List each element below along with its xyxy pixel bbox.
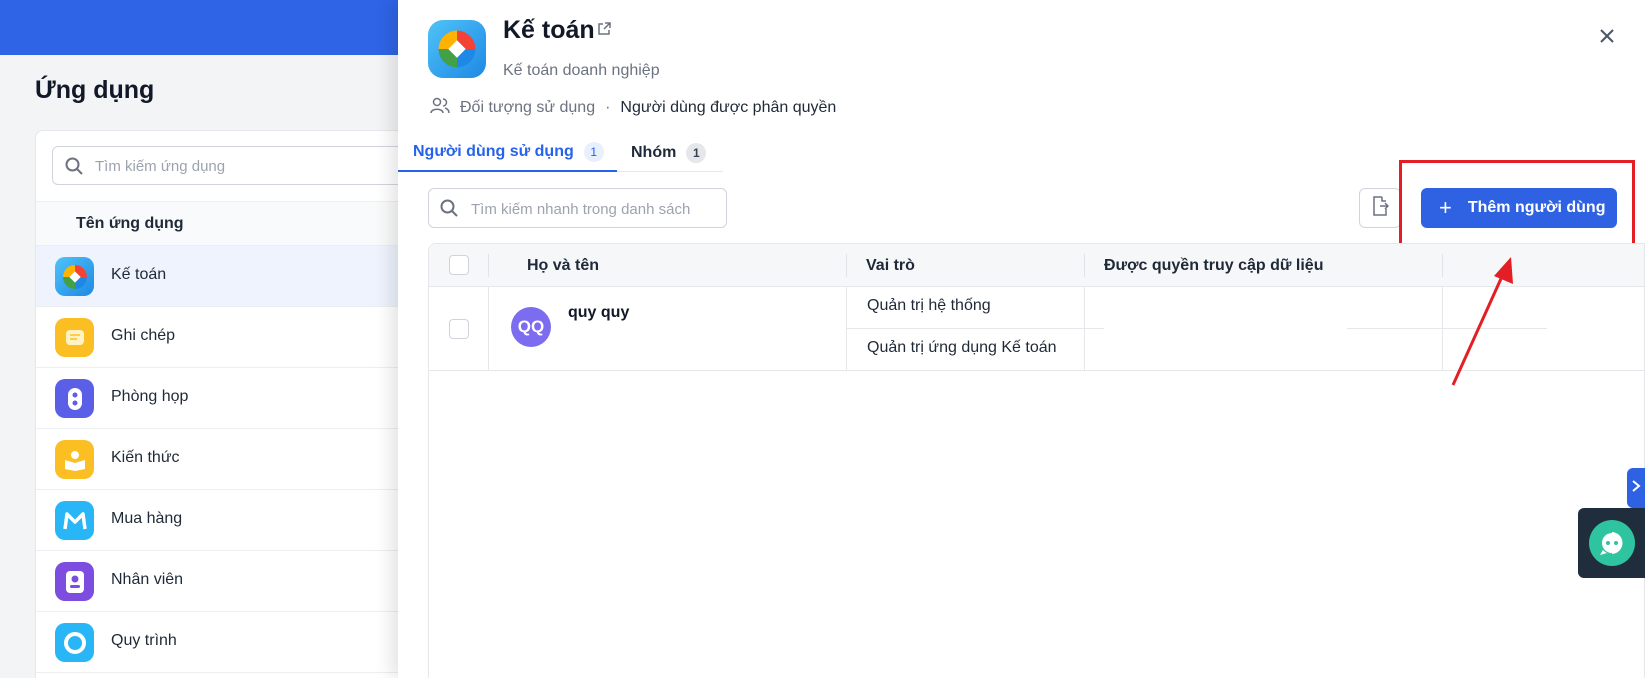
table-header: Họ và tên Vai trò Được quyền truy cập dữ… [429,244,1644,287]
users-table: Họ và tên Vai trò Được quyền truy cập dữ… [428,243,1645,678]
meeting-room-icon [55,379,94,418]
app-row-phong-hop[interactable]: Phòng họp [36,368,434,429]
tab-groups-label: Nhóm [631,144,677,161]
select-all-checkbox[interactable] [449,255,469,275]
purchase-icon [55,501,94,540]
audience-value: Người dùng được phân quyền [620,99,837,116]
notes-icon [55,318,94,357]
users-icon [430,97,450,120]
app-label: Kế toán [111,266,167,283]
app-label: Phòng họp [111,388,189,405]
tab-bar: Người dùng sử dụng 1 Nhóm 1 [398,134,723,172]
app-row-quy-trinh[interactable]: Quy trình [36,612,434,673]
column-divider [846,254,847,277]
app-label: Quy trình [111,632,177,649]
chevron-right-icon [1631,479,1641,498]
app-row-nhan-vien[interactable]: Nhân viên [36,551,434,612]
app-label: Kiến thức [111,449,180,466]
knowledge-icon [55,440,94,479]
close-icon[interactable] [1595,24,1619,48]
app-search-input[interactable]: Tìm kiếm ứng dụng [52,146,412,185]
role-divider [847,328,1104,329]
page-title: Ứng dụng [35,76,155,104]
search-icon [65,157,83,180]
app-row-ke-toan[interactable]: Kế toán [36,246,434,307]
role-item: Quản trị ứng dụng Kế toán [867,339,1057,356]
tab-groups-count: 1 [686,143,707,163]
search-icon [440,199,458,222]
avatar: QQ [511,307,551,347]
app-label: Mua hàng [111,510,183,527]
drawer-title: Kế toán [503,16,595,44]
add-user-label: Thêm người dùng [1467,199,1606,216]
column-header-role: Vai trò [866,256,915,274]
side-panel-toggle[interactable] [1627,468,1645,508]
plus-icon: + [1439,195,1452,220]
separator-dot: · [605,99,611,116]
chat-bot-icon [1588,520,1635,566]
cell-divider [1084,287,1085,371]
tab-users-label: Người dùng sử dụng [413,143,574,160]
audience-label: Đối tượng sử dụng [460,99,596,116]
audience-info: Đối tượng sử dụng · Người dùng được phân… [430,96,836,120]
cell-divider [488,287,489,371]
column-header-name: Họ và tên [527,256,600,274]
column-divider [1442,254,1443,277]
data-access-divider [1347,328,1547,329]
column-header-data-access: Được quyền truy cập dữ liệu [1104,256,1324,274]
chat-widget[interactable] [1578,508,1645,578]
tab-users-count: 1 [583,142,604,162]
app-list-header: Tên ứng dụng [36,201,434,246]
drawer-subtitle: Kế toán doanh nghiệp [503,62,660,79]
app-search-placeholder: Tìm kiếm ứng dụng [95,158,226,175]
export-file-icon [1371,195,1390,221]
accounting-app-logo [428,20,486,78]
app-name-column-header: Tên ứng dụng [76,215,184,232]
cell-divider [1442,287,1443,371]
tab-groups[interactable]: Nhóm 1 [617,134,707,172]
table-row[interactable]: QQ quy quy Quản trị hệ thống Quản trị ứn… [429,287,1644,371]
list-search-placeholder: Tìm kiếm nhanh trong danh sách [471,201,691,218]
role-item: Quản trị hệ thống [867,297,991,314]
row-checkbox[interactable] [449,319,469,339]
workflow-icon [55,623,94,662]
column-divider [488,254,489,277]
app-label: Nhân viên [111,571,184,588]
cell-divider [846,287,847,371]
export-button[interactable] [1359,188,1401,228]
app-label: Ghi chép [111,327,176,344]
column-divider [1084,254,1085,277]
user-name: quy quy [568,304,630,321]
external-link-icon[interactable] [596,21,612,42]
app-list-card: Tìm kiếm ứng dụng Tên ứng dụng Kế toán G… [35,130,435,678]
app-row-ghi-chep[interactable]: Ghi chép [36,307,434,368]
accounting-icon [55,257,94,296]
tab-users[interactable]: Người dùng sử dụng 1 [398,134,617,172]
app-row-mua-hang[interactable]: Mua hàng [36,490,434,551]
app-detail-drawer: Kế toán Kế toán doanh nghiệp Đối tượng s… [398,0,1645,678]
employee-icon [55,562,94,601]
add-user-button[interactable]: + Thêm người dùng [1421,188,1617,228]
app-row-kien-thuc[interactable]: Kiến thức [36,429,434,490]
list-search-input[interactable]: Tìm kiếm nhanh trong danh sách [428,188,727,228]
